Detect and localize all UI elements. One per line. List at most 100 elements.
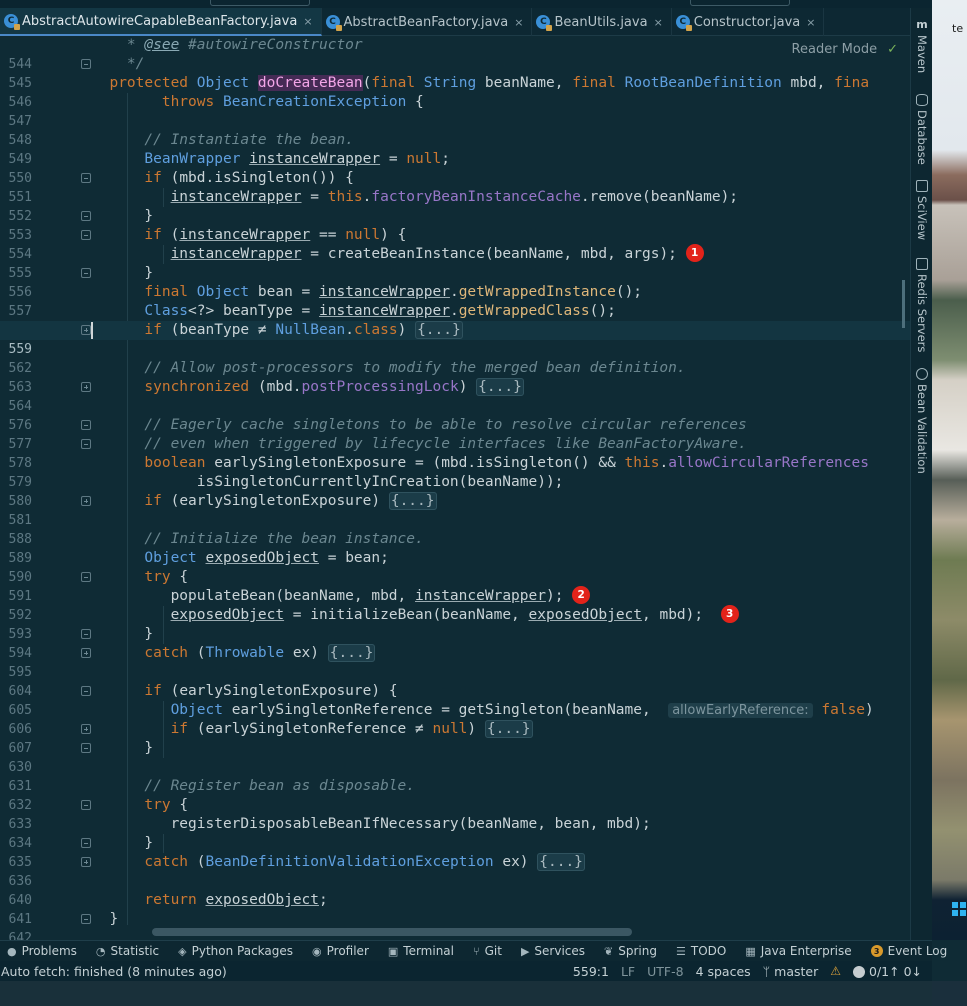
keyword: class xyxy=(353,322,398,338)
variable: instanceWrapper xyxy=(249,151,381,167)
fold-toggle[interactable] xyxy=(81,173,91,183)
code-text: } xyxy=(92,835,154,851)
tool-sciview[interactable]: SciView xyxy=(913,180,931,240)
tool-window-java-enterprise[interactable]: ▦ Java Enterprise xyxy=(745,944,851,958)
annotation-marker-3: 3 xyxy=(720,604,739,623)
fold-toggle[interactable] xyxy=(81,572,91,582)
tab-constructor[interactable]: C Constructor.java × xyxy=(672,8,825,36)
variable: instanceWrapper xyxy=(170,246,302,262)
close-icon[interactable]: × xyxy=(654,16,663,29)
method-call: getWrappedClass xyxy=(458,303,590,319)
caret-position[interactable]: 559:1 xyxy=(573,964,609,979)
code-line: 551 if (mbd.isSingleton()) { xyxy=(0,169,910,205)
folded-region[interactable]: {...} xyxy=(537,853,585,871)
fold-toggle[interactable] xyxy=(81,420,91,430)
folded-region[interactable]: {...} xyxy=(415,321,463,339)
status-message[interactable]: Auto fetch: finished (8 minutes ago) xyxy=(0,964,573,979)
vertical-scrollbar[interactable] xyxy=(902,280,910,328)
tool-window-label: Services xyxy=(534,944,586,958)
tab-label: BeanUtils.java xyxy=(554,14,648,30)
tool-window-services[interactable]: ▶ Services xyxy=(521,944,585,958)
title-strip xyxy=(0,0,932,8)
close-icon[interactable]: × xyxy=(514,16,523,29)
tool-window-profiler[interactable]: ◉ Profiler xyxy=(312,944,369,958)
sciview-icon xyxy=(916,180,928,192)
fold-toggle[interactable] xyxy=(81,325,91,335)
line-separator[interactable]: LF xyxy=(621,964,635,979)
git-branch[interactable]: ᛘ master xyxy=(763,964,819,979)
folded-region[interactable]: {...} xyxy=(484,720,533,738)
keyword: final xyxy=(144,284,189,300)
fold-toggle[interactable] xyxy=(81,496,91,506)
fold-toggle[interactable] xyxy=(81,648,91,658)
windows-start-icon[interactable] xyxy=(952,902,966,916)
vcs-status[interactable]: 0/1↑ 0↓ xyxy=(853,964,922,979)
code-line: 555 instanceWrapper = createBeanInstance… xyxy=(0,243,910,281)
fold-toggle[interactable] xyxy=(81,629,91,639)
method-declaration[interactable]: doCreateBean xyxy=(257,75,363,91)
tool-window-todo[interactable]: ☰ TODO xyxy=(676,944,726,958)
fold-toggle[interactable] xyxy=(81,439,91,449)
tool-maven[interactable]: m Maven xyxy=(913,18,931,73)
fold-toggle[interactable] xyxy=(81,268,91,278)
fold-toggle[interactable] xyxy=(81,686,91,696)
keyword: catch xyxy=(144,645,189,661)
variable: instanceWrapper xyxy=(179,227,311,243)
code-text: // even when triggered by lifecycle inte… xyxy=(92,436,747,452)
tool-window-git[interactable]: ⑂ Git xyxy=(473,944,502,958)
folded-region[interactable]: {...} xyxy=(327,644,376,662)
tool-window-event-log[interactable]: 3 Event Log xyxy=(870,944,948,958)
tab-bean-utils[interactable]: C BeanUtils.java × xyxy=(532,8,672,36)
database-icon xyxy=(916,94,928,106)
reader-mode-toggle[interactable]: Reader Mode ✓ xyxy=(785,42,900,57)
code-text: if (earlySingletonReference ≠ null) {...… xyxy=(170,720,533,738)
tool-window-label: Python Packages xyxy=(191,944,294,958)
indent-setting[interactable]: 4 spaces xyxy=(696,964,751,979)
tool-redis-servers[interactable]: Redis Servers xyxy=(913,258,931,352)
tool-label: Maven xyxy=(915,35,929,74)
tool-window-label: Terminal xyxy=(403,944,454,958)
fold-toggle[interactable] xyxy=(81,59,91,69)
close-icon[interactable]: × xyxy=(806,16,815,29)
fold-toggle[interactable] xyxy=(81,914,91,924)
fold-toggle[interactable] xyxy=(81,382,91,392)
type: Object xyxy=(196,284,250,300)
tab-abstract-autowire-capable-bean-factory[interactable]: C AbstractAutowireCapableBeanFactory.jav… xyxy=(0,8,322,36)
fold-toggle[interactable] xyxy=(81,800,91,810)
tool-database[interactable]: Database xyxy=(913,94,931,165)
tool-window-terminal[interactable]: ▣ Terminal xyxy=(388,944,454,958)
tool-window-label: Event Log xyxy=(887,944,948,958)
todo-icon: ☰ xyxy=(675,944,686,958)
folded-region[interactable]: {...} xyxy=(476,378,524,396)
tool-window-label: TODO xyxy=(690,944,727,958)
code-line: 544 * @see #autowireConstructor xyxy=(0,36,910,72)
tool-window-statistic[interactable]: ◔ Statistic xyxy=(96,944,159,958)
right-tool-strip: m Maven Database SciView Redis Servers B… xyxy=(910,8,932,940)
fold-toggle[interactable] xyxy=(81,211,91,221)
close-icon[interactable]: × xyxy=(303,15,312,28)
code-line: 577 // Eagerly cache singletons to be ab… xyxy=(0,416,910,452)
fold-toggle[interactable] xyxy=(81,230,91,240)
code-text: // Eagerly cache singletons to be able t… xyxy=(92,417,747,433)
fold-toggle[interactable] xyxy=(81,724,91,734)
fold-toggle[interactable] xyxy=(81,838,91,848)
variable: exposedObject xyxy=(205,550,320,566)
warning-icon[interactable]: ⚠ xyxy=(830,964,841,978)
variable: exposedObject xyxy=(205,892,320,908)
code-text: if (mbd.isSingleton()) { xyxy=(144,170,354,186)
code-editor[interactable]: 544 * @see #autowireConstructor 545 */ 5… xyxy=(0,36,910,940)
code-line: 547 throws BeanCreationException { xyxy=(0,93,910,129)
code-line: 550 BeanWrapper instanceWrapper = null; xyxy=(0,150,910,186)
code-line: 548 xyxy=(0,112,910,148)
folded-region[interactable]: {...} xyxy=(388,492,437,510)
tab-abstract-bean-factory[interactable]: C AbstractBeanFactory.java × xyxy=(322,8,533,36)
tool-window-problems[interactable]: ● Problems xyxy=(7,944,77,958)
fold-toggle[interactable] xyxy=(81,857,91,867)
file-encoding[interactable]: UTF-8 xyxy=(647,964,683,979)
code-text: synchronized (mbd.postProcessingLock) {.… xyxy=(144,378,524,396)
tool-window-spring[interactable]: ❦ Spring xyxy=(604,944,657,958)
tool-window-python-packages[interactable]: ◈ Python Packages xyxy=(178,944,293,958)
tool-bean-validation[interactable]: Bean Validation xyxy=(913,368,931,474)
horizontal-scrollbar[interactable] xyxy=(152,928,632,936)
fold-toggle[interactable] xyxy=(81,743,91,753)
